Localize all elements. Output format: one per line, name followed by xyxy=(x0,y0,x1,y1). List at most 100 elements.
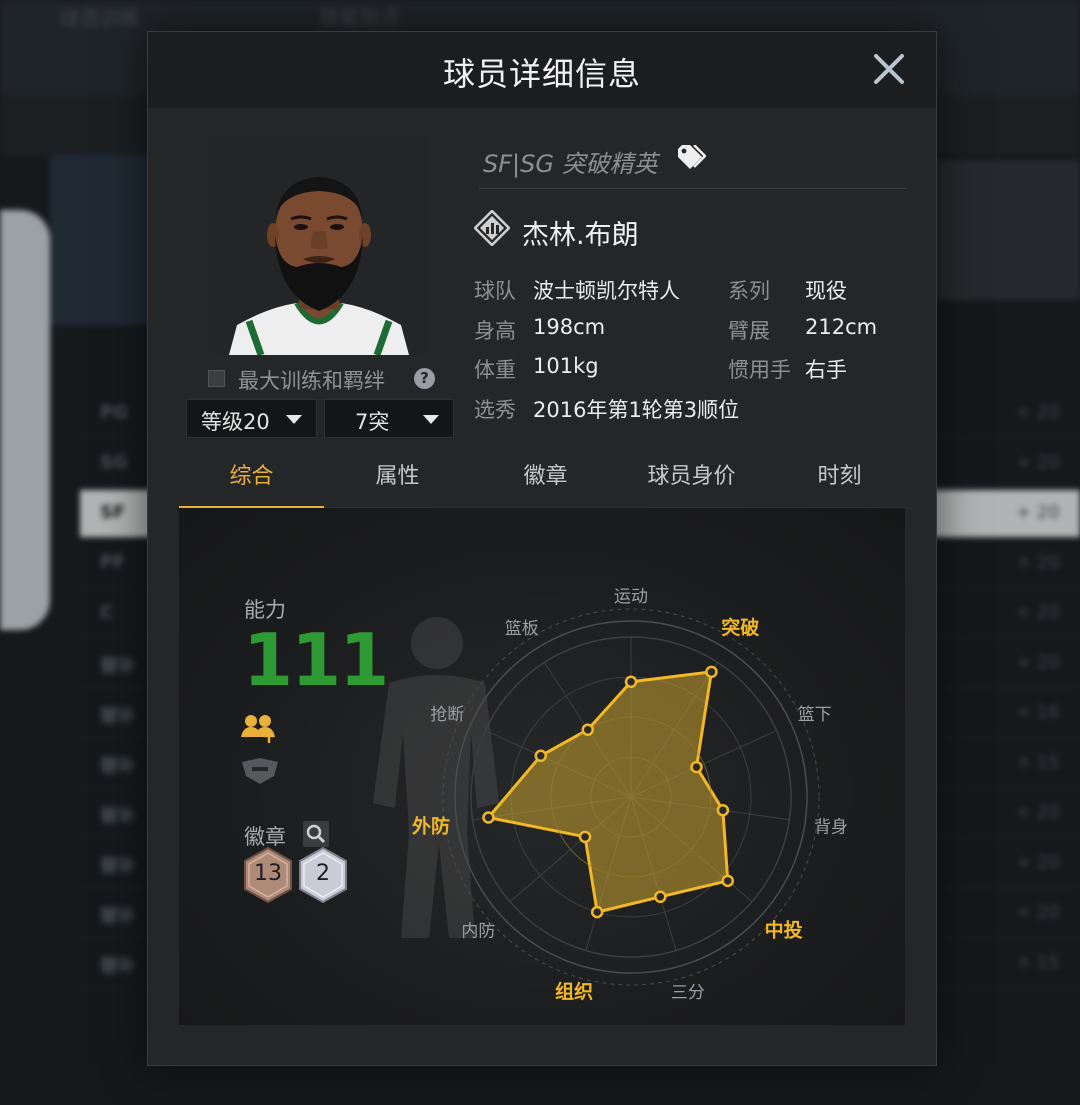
radar-axis-label: 突破 xyxy=(721,616,759,639)
background-position-label: C xyxy=(100,602,114,623)
background-tab: 球员训练 xyxy=(60,6,140,30)
player-name: 杰林.布朗 xyxy=(522,220,639,251)
background-row-value: + 20 xyxy=(1016,502,1060,523)
detail-tabs: 综合 属性 徽章 球员身价 时刻 xyxy=(179,460,907,509)
max-training-option: 最大训练和羁绊 ? xyxy=(206,365,436,393)
background-position-label: 替补 xyxy=(100,856,136,877)
overview-panel: 能力 111 徽章 13 2 运动 突破 篮下 背身 中投 三分 组织 内防 外… xyxy=(179,508,905,1025)
player-tagline: SF|SG 突破精英 xyxy=(483,150,658,178)
breakthrough-dropdown[interactable]: 7突 xyxy=(324,399,454,438)
badge-count: 13 xyxy=(254,861,282,886)
background-row-value: + 20 xyxy=(1016,902,1060,923)
search-icon[interactable] xyxy=(303,821,329,847)
close-icon[interactable] xyxy=(872,52,906,86)
info-value: 212cm xyxy=(805,315,878,339)
player-portrait xyxy=(209,135,429,355)
modal-title: 球员详细信息 xyxy=(442,55,641,93)
level-dropdown[interactable]: 等级20 xyxy=(186,399,317,438)
divider xyxy=(479,188,907,189)
background-position-label: PG xyxy=(100,402,128,423)
background-card xyxy=(0,210,50,630)
background-row-value: + 16 xyxy=(1016,702,1060,723)
radar-axis-label: 抢断 xyxy=(430,705,464,725)
info-value: 198cm xyxy=(533,315,606,339)
silver-badge-count: 2 xyxy=(297,846,349,904)
radar-ability-area xyxy=(486,670,730,914)
radar-point-运动 xyxy=(624,675,638,689)
radar-point-外防 xyxy=(482,811,495,824)
background-tab: 技能加点 xyxy=(320,6,400,30)
radar-point-背身 xyxy=(716,803,730,817)
background-position-label: 替补 xyxy=(100,656,136,677)
background-position-label: SG xyxy=(100,452,128,473)
background-row-value: + 20 xyxy=(1016,652,1060,673)
background-position-label: 替补 xyxy=(100,756,136,777)
radar-point-中投 xyxy=(721,874,734,888)
background-position-label: SF xyxy=(100,502,126,523)
info-label: 体重 xyxy=(474,358,516,382)
radar-axis-label: 篮下 xyxy=(798,705,832,725)
background-position-label: PF xyxy=(100,552,126,573)
radar-axis-label: 中投 xyxy=(765,918,803,941)
background-row-value: + 15 xyxy=(1016,752,1060,773)
info-label: 球队 xyxy=(474,279,516,303)
radar-axis-label: 组织 xyxy=(555,980,593,1003)
chevron-down-icon xyxy=(423,415,439,424)
info-value: 101kg xyxy=(533,354,599,378)
bronze-badge-count: 13 xyxy=(242,846,294,904)
radar-point-三分 xyxy=(654,890,667,904)
info-value: 右手 xyxy=(805,358,847,382)
radar-point-篮下 xyxy=(690,760,703,774)
background-row-value: + 20 xyxy=(1016,602,1060,623)
background-row-value: + 20 xyxy=(1016,402,1060,423)
info-label: 系列 xyxy=(728,279,770,303)
radar-axis-label: 篮板 xyxy=(505,619,539,639)
max-training-checkbox[interactable] xyxy=(208,370,225,387)
defense-shield-icon xyxy=(242,758,278,784)
background-position-label: 替补 xyxy=(100,706,136,727)
background-team-logo xyxy=(50,155,150,325)
modal-header: 球员详细信息 xyxy=(148,32,936,108)
tab-overview[interactable]: 综合 xyxy=(179,460,324,509)
info-value: 波士顿凯尔特人 xyxy=(533,279,680,303)
level-value: 等级20 xyxy=(201,410,270,434)
radar-axis-label: 运动 xyxy=(614,587,648,607)
position-rating-icon xyxy=(474,210,510,246)
tab-attributes[interactable]: 属性 xyxy=(325,460,470,508)
info-label: 身高 xyxy=(474,319,516,343)
background-row-value: + 15 xyxy=(1016,952,1060,973)
tab-badges[interactable]: 徽章 xyxy=(473,460,618,508)
radar-axis-label: 内防 xyxy=(461,921,495,941)
info-label: 臂展 xyxy=(728,319,770,343)
radar-point-抢断 xyxy=(534,749,548,763)
background-row-value: + 20 xyxy=(1016,802,1060,823)
badge-count: 2 xyxy=(316,861,330,886)
background-row-value: + 20 xyxy=(1016,552,1060,573)
radar-point-内防 xyxy=(578,830,592,844)
tag-icon[interactable] xyxy=(676,145,706,171)
team-chemistry-icon xyxy=(241,715,275,743)
tab-player-value[interactable]: 球员身价 xyxy=(619,460,764,508)
help-icon[interactable]: ? xyxy=(414,368,435,389)
radar-axis-label: 外防 xyxy=(412,815,450,838)
radar-axis-label: 背身 xyxy=(814,818,848,838)
breakthrough-value: 7突 xyxy=(355,410,390,434)
background-position-label: 替补 xyxy=(100,956,136,977)
info-label: 惯用手 xyxy=(728,358,791,382)
ability-radar-chart: 运动突破篮下背身中投三分 组织 内防 外防 抢断 篮板 xyxy=(412,587,848,1003)
background-row-value: + 20 xyxy=(1016,852,1060,873)
ability-value: 111 xyxy=(243,618,389,702)
info-value: 现役 xyxy=(805,279,847,303)
radar-point-组织 xyxy=(590,905,604,919)
background-card xyxy=(936,160,1080,300)
radar-point-突破 xyxy=(705,665,718,679)
info-value: 2016年第1轮第3顺位 xyxy=(533,398,740,422)
info-label: 选秀 xyxy=(474,398,516,422)
radar-axis-label: 三分 xyxy=(671,983,705,1003)
background-row-value: + 20 xyxy=(1016,452,1060,473)
player-detail-modal: 球员详细信息 最大训练和羁绊 ? 等级20 7突 SF|SG 突破精英 杰林.布… xyxy=(147,31,937,1066)
tab-moments[interactable]: 时刻 xyxy=(767,460,912,508)
background-position-label: 替补 xyxy=(100,906,136,927)
radar-point-篮板 xyxy=(581,723,594,736)
max-training-label: 最大训练和羁绊 xyxy=(238,369,385,393)
